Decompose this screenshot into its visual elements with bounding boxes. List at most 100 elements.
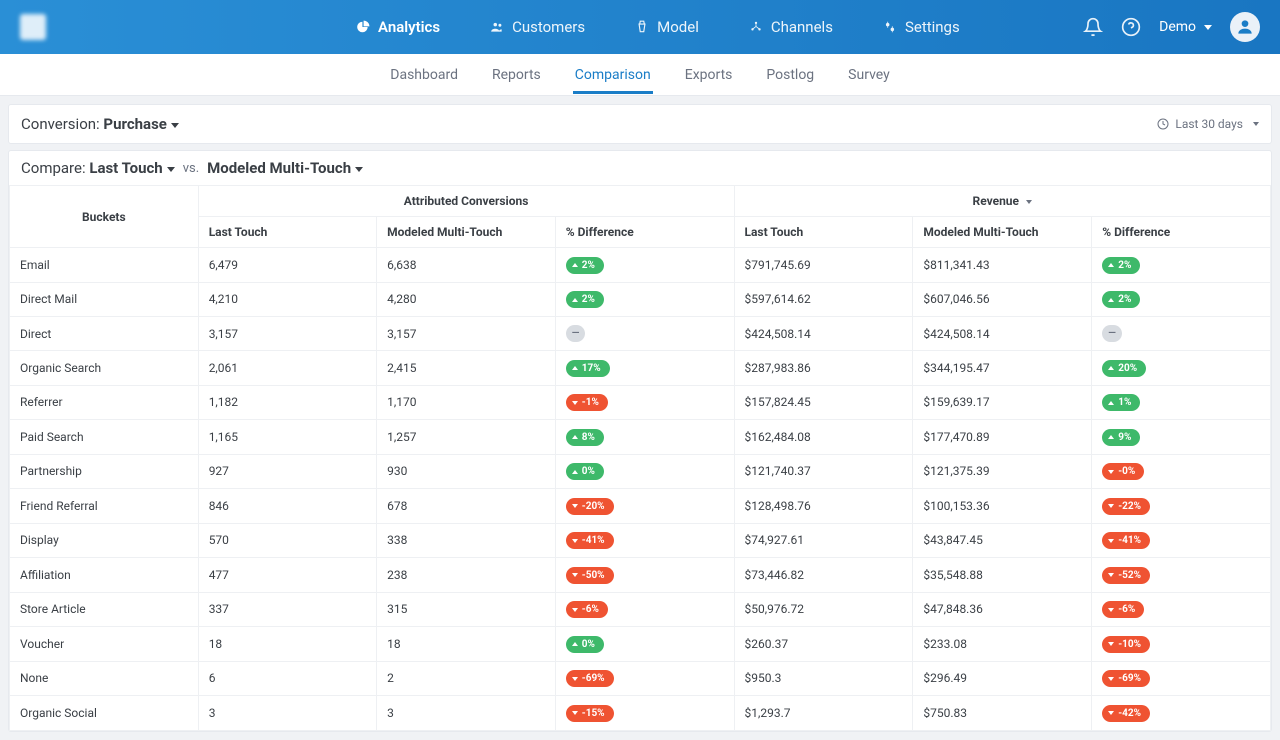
rev-last-touch: $73,446.82 [734, 558, 913, 593]
compare-a-selector[interactable]: Compare: Last Touch [21, 159, 175, 177]
bucket-cell: Partnership [10, 454, 199, 489]
rev-diff: -69% [1092, 661, 1271, 696]
col-last-touch[interactable]: Last Touch [734, 217, 913, 248]
table-row: Direct Mail4,2104,280 2%$597,614.62$607,… [10, 282, 1271, 317]
col-modeled-multi-touch[interactable]: Modeled Multi-Touch [377, 217, 556, 248]
table-row: Friend Referral846678 -20%$128,498.76$10… [10, 489, 1271, 524]
conv-diff: 0% [555, 454, 734, 489]
rev-diff: 1% [1092, 385, 1271, 420]
settings-icon [883, 20, 897, 34]
conv-diff: -15% [555, 696, 734, 731]
conv-diff: -69% [555, 661, 734, 696]
arrow-up-icon [1108, 263, 1114, 267]
nav-item-model[interactable]: Model [635, 18, 699, 36]
comparison-table: Buckets Attributed Conversions Revenue L… [9, 185, 1271, 731]
arrow-down-icon [572, 573, 578, 577]
rev-diff: -0% [1092, 454, 1271, 489]
rev-diff: -42% [1092, 696, 1271, 731]
conv-mmt: 3,157 [377, 317, 556, 351]
bucket-cell: Organic Social [10, 696, 199, 731]
rev-diff: 2% [1092, 248, 1271, 283]
compare-b-selector[interactable]: Modeled Multi-Touch [207, 159, 363, 177]
conv-diff: -41% [555, 523, 734, 558]
rev-mmt: $159,639.17 [913, 385, 1092, 420]
rev-last-touch: $121,740.37 [734, 454, 913, 489]
diff-badge: — [1102, 325, 1122, 342]
bucket-cell: Display [10, 523, 199, 558]
help-icon[interactable] [1121, 17, 1141, 37]
col-last-touch[interactable]: Last Touch [198, 217, 376, 248]
diff-badge: 9% [1102, 429, 1140, 446]
diff-badge: -15% [566, 705, 614, 722]
conversion-selector[interactable]: Conversion: Purchase [21, 115, 179, 133]
table-row: Affiliation477238 -50%$73,446.82$35,548.… [10, 558, 1271, 593]
arrow-down-icon [572, 608, 578, 612]
arrow-down-icon [572, 711, 578, 715]
table-row: Direct3,1573,157—$424,508.14$424,508.14— [10, 317, 1271, 351]
subnav-dashboard[interactable]: Dashboard [388, 56, 460, 94]
model-icon [635, 20, 649, 34]
rev-mmt: $35,548.88 [913, 558, 1092, 593]
table-row: Email6,4796,638 2%$791,745.69$811,341.43… [10, 248, 1271, 283]
rev-diff: 20% [1092, 351, 1271, 386]
table-row: Organic Social33 -15%$1,293.7$750.83 -42… [10, 696, 1271, 731]
rev-diff: -22% [1092, 489, 1271, 524]
chevron-down-icon [171, 123, 179, 128]
table-row: Display570338 -41%$74,927.61$43,847.45 -… [10, 523, 1271, 558]
conv-last-touch: 477 [198, 558, 376, 593]
conv-mmt: 1,257 [377, 420, 556, 455]
col--difference[interactable]: % Difference [555, 217, 734, 248]
col--difference[interactable]: % Difference [1092, 217, 1271, 248]
vs-label: vs. [183, 161, 199, 176]
diff-badge: -22% [1102, 498, 1150, 515]
nav-item-settings[interactable]: Settings [883, 18, 960, 36]
diff-badge: 20% [1102, 360, 1146, 377]
subnav-exports[interactable]: Exports [683, 56, 735, 94]
conv-diff: 2% [555, 282, 734, 317]
bucket-cell: Email [10, 248, 199, 283]
subnav-survey[interactable]: Survey [846, 56, 892, 94]
conv-mmt: 2,415 [377, 351, 556, 386]
arrow-up-icon [572, 470, 578, 474]
arrow-up-icon [1108, 298, 1114, 302]
arrow-up-icon [572, 435, 578, 439]
col-buckets[interactable]: Buckets [10, 186, 199, 248]
subnav-reports[interactable]: Reports [490, 56, 543, 94]
conv-last-touch: 18 [198, 627, 376, 662]
subnav-comparison[interactable]: Comparison [573, 56, 653, 94]
arrow-down-icon [1108, 539, 1114, 543]
date-range-selector[interactable]: Last 30 days [1157, 117, 1259, 131]
bell-icon[interactable] [1083, 17, 1103, 37]
diff-badge: -10% [1102, 636, 1150, 653]
subnav-postlog[interactable]: Postlog [764, 56, 816, 94]
nav-item-customers[interactable]: Customers [490, 18, 585, 36]
logo[interactable] [20, 14, 46, 40]
rev-last-touch: $287,983.86 [734, 351, 913, 386]
diff-badge: -20% [566, 498, 614, 515]
top-nav: AnalyticsCustomersModelChannelsSettings … [0, 0, 1280, 54]
arrow-down-icon [1108, 470, 1114, 474]
rev-last-touch: $791,745.69 [734, 248, 913, 283]
avatar[interactable] [1230, 12, 1260, 42]
col-modeled-multi-touch[interactable]: Modeled Multi-Touch [913, 217, 1092, 248]
conv-mmt: 930 [377, 454, 556, 489]
conv-diff: -1% [555, 385, 734, 420]
rev-mmt: $177,470.89 [913, 420, 1092, 455]
col-group-revenue[interactable]: Revenue [734, 186, 1271, 217]
table-row: Partnership927930 0%$121,740.37$121,375.… [10, 454, 1271, 489]
conv-mmt: 315 [377, 592, 556, 627]
nav-item-analytics[interactable]: Analytics [356, 18, 440, 36]
rev-last-touch: $950.3 [734, 661, 913, 696]
conv-last-touch: 6 [198, 661, 376, 696]
rev-mmt: $233.08 [913, 627, 1092, 662]
bucket-cell: Referrer [10, 385, 199, 420]
user-menu[interactable]: Demo [1159, 19, 1212, 35]
bucket-cell: Organic Search [10, 351, 199, 386]
diff-badge: — [566, 325, 586, 342]
conv-last-touch: 2,061 [198, 351, 376, 386]
col-group-conversions[interactable]: Attributed Conversions [198, 186, 734, 217]
rev-mmt: $43,847.45 [913, 523, 1092, 558]
arrow-down-icon [1108, 711, 1114, 715]
nav-item-channels[interactable]: Channels [749, 18, 833, 36]
diff-badge: -6% [1102, 601, 1144, 618]
